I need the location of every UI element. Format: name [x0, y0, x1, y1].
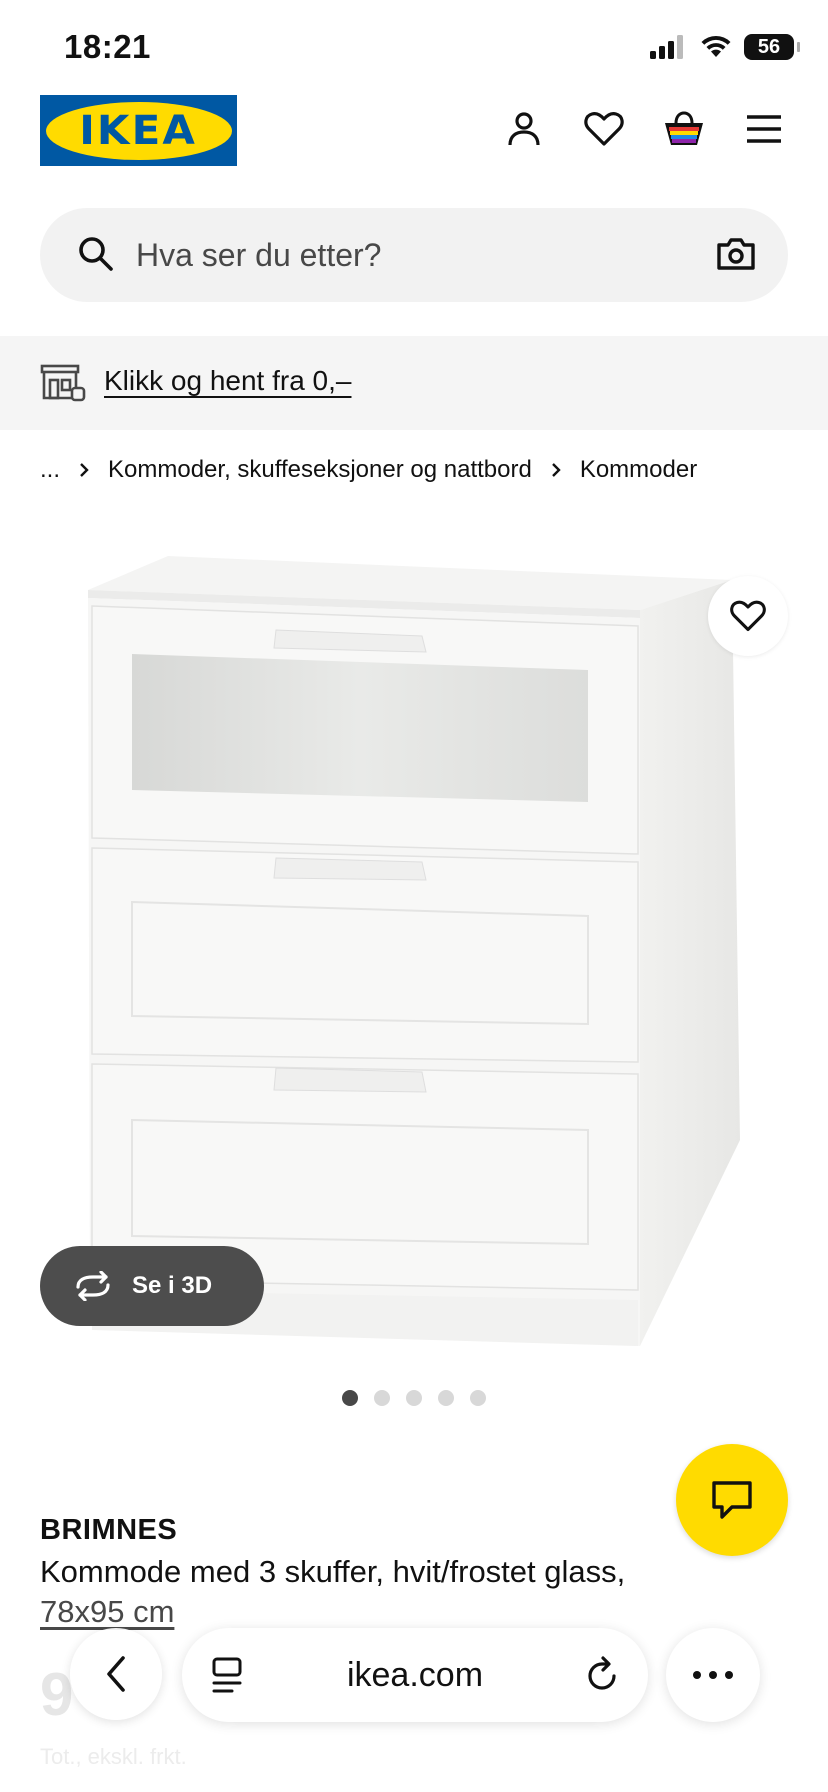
chat-button[interactable] [676, 1444, 788, 1556]
user-icon[interactable] [500, 105, 548, 153]
site-header: IKEA [0, 95, 828, 167]
view-in-3d-button[interactable]: Se i 3D [40, 1246, 264, 1326]
carousel-dot[interactable] [470, 1390, 486, 1406]
basket-icon[interactable] [660, 105, 708, 153]
signal-icon [650, 35, 683, 59]
product-image[interactable] [80, 540, 760, 1360]
browser-url: ikea.com [346, 1656, 484, 1694]
search-input[interactable] [136, 208, 636, 302]
carousel-dot[interactable] [342, 1390, 358, 1406]
image-carousel-dots [342, 1390, 486, 1406]
more-icon [693, 1671, 733, 1679]
chevron-left-icon [107, 1656, 125, 1692]
breadcrumb-item-kommoder[interactable]: Kommoder [580, 456, 697, 484]
wifi-icon [701, 35, 731, 57]
heart-icon [730, 600, 766, 632]
browser-back-button[interactable] [70, 1628, 162, 1720]
rotate-3d-icon [76, 1271, 110, 1301]
search-icon [79, 237, 113, 271]
chat-icon [712, 1481, 752, 1519]
breadcrumb: ... Kommoder, skuffeseksjoner og nattbor… [40, 456, 697, 484]
logo-oval: IKEA [45, 101, 232, 160]
status-bar: 18:21 56 [0, 0, 828, 96]
camera-icon[interactable] [716, 236, 756, 272]
status-icons: 56 [650, 34, 800, 60]
product-price: 9 [40, 1661, 74, 1728]
carousel-dot[interactable] [374, 1390, 390, 1406]
breadcrumb-ellipsis[interactable]: ... [40, 456, 60, 484]
product-description-text: Kommode med 3 skuffer, hvit/frostet glas… [40, 1554, 626, 1589]
battery-icon: 56 [744, 34, 800, 60]
logo-text: IKEA [79, 107, 198, 154]
carousel-dot[interactable] [438, 1390, 454, 1406]
view-in-3d-label: Se i 3D [132, 1272, 213, 1299]
browser-address-bar[interactable]: ikea.com [182, 1628, 648, 1722]
heart-icon[interactable] [580, 105, 628, 153]
product-size-link[interactable]: 78x95 cm [40, 1594, 174, 1629]
product-brand: BRIMNES [40, 1514, 178, 1546]
save-to-favourites-button[interactable] [708, 576, 788, 656]
browser-more-button[interactable] [666, 1628, 760, 1722]
chevron-right-icon [80, 463, 89, 477]
carousel-dot[interactable] [406, 1390, 422, 1406]
header-icons [500, 105, 788, 153]
breadcrumb-item-chests-of-drawers[interactable]: Kommoder, skuffeseksjoner og nattbord [108, 456, 532, 484]
store-pickup-icon [40, 364, 86, 402]
product-description: Kommode med 3 skuffer, hvit/frostet glas… [40, 1552, 740, 1632]
search-bar[interactable] [40, 208, 788, 302]
menu-icon[interactable] [740, 105, 788, 153]
price-subtext: Tot., ekskl. frkt. [40, 1744, 187, 1769]
ikea-logo[interactable]: IKEA [40, 95, 237, 166]
reload-icon[interactable] [584, 1656, 620, 1694]
status-time: 18:21 [64, 28, 151, 65]
promo-banner: Klikk og hent fra 0,– [0, 336, 828, 430]
chevron-right-icon [551, 463, 561, 477]
click-collect-link[interactable]: Klikk og hent fra 0,– [104, 365, 351, 397]
